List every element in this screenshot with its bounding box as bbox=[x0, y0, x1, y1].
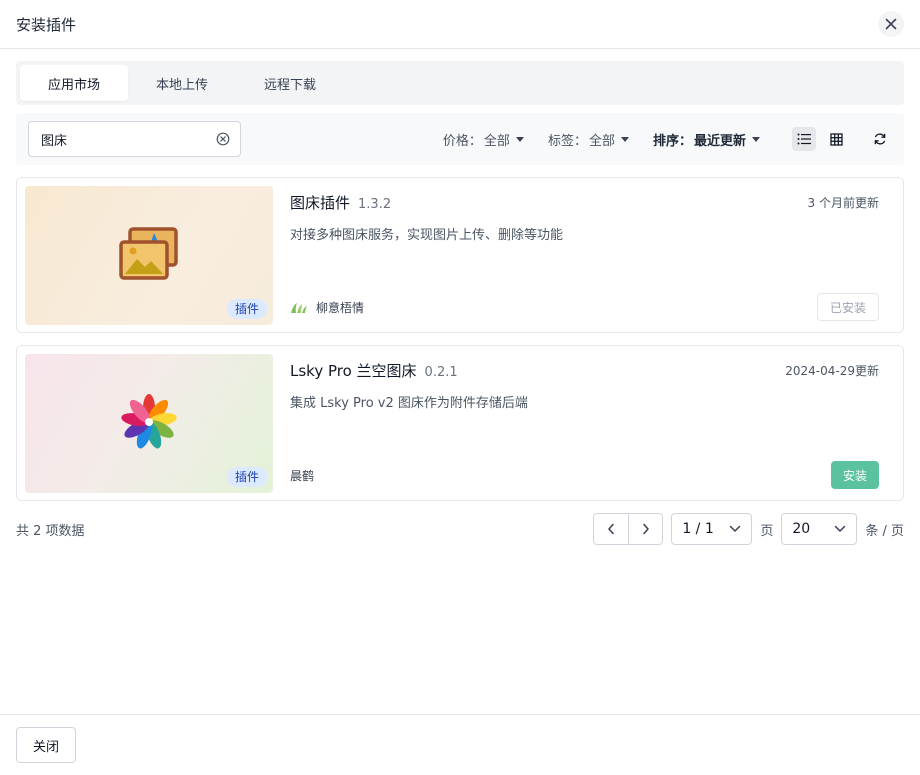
plugin-version: 1.3.2 bbox=[358, 197, 392, 212]
plugin-name: Lsky Pro 兰空图床 0.2.1 bbox=[290, 360, 458, 381]
plugin-thumbnail: 插件 bbox=[25, 186, 273, 325]
refresh-icon[interactable] bbox=[868, 127, 892, 151]
tag-filter[interactable]: 标签： 全部 bbox=[548, 130, 629, 149]
updated-time: 2024-04-29更新 bbox=[785, 364, 879, 378]
pinwheel-icon bbox=[121, 393, 177, 454]
type-badge: 插件 bbox=[226, 467, 267, 487]
prev-page-button[interactable] bbox=[594, 514, 629, 544]
chevron-down-icon bbox=[730, 525, 741, 532]
total-count: 共 2 项数据 bbox=[16, 523, 85, 539]
modal-header: 安装插件 bbox=[0, 0, 920, 49]
modal-title: 安装插件 bbox=[16, 15, 77, 34]
pager-controls: 1 / 1 页 20 条 / 页 bbox=[593, 513, 904, 545]
plugin-thumbnail: 插件 bbox=[25, 354, 273, 493]
sort-filter-label: 排序： bbox=[652, 133, 692, 149]
pagination: 共 2 项数据 1 / 1 页 20 条 / 页 bbox=[16, 513, 904, 545]
tag-filter-label: 标签： bbox=[547, 133, 587, 149]
close-button[interactable]: 关闭 bbox=[16, 727, 77, 763]
page-select-value: 1 / 1 bbox=[682, 521, 714, 537]
updated-time: 3 个月前更新 bbox=[807, 196, 879, 210]
author-name: 晨鹤 bbox=[290, 469, 315, 483]
tag-filter-value: 全部 bbox=[588, 133, 615, 149]
plugin-description: 集成 Lsky Pro v2 图床作为附件存储后端 bbox=[290, 396, 528, 411]
list-view-icon[interactable] bbox=[792, 127, 816, 151]
chevron-down-icon bbox=[835, 525, 846, 532]
plugin-name: 图床插件 1.3.2 bbox=[290, 192, 391, 213]
page-size-value: 20 bbox=[792, 521, 811, 537]
close-icon[interactable] bbox=[878, 11, 904, 37]
clear-circle-icon[interactable] bbox=[216, 132, 230, 146]
tab-remote-download[interactable]: 远程下载 bbox=[236, 65, 344, 101]
plugin-name-text: Lsky Pro 兰空图床 bbox=[290, 362, 417, 380]
page-size-select[interactable]: 20 bbox=[781, 513, 858, 545]
caret-down-icon bbox=[515, 136, 524, 142]
grid-view-icon[interactable] bbox=[824, 127, 848, 151]
filter-toolbar: 价格： 全部 标签： 全部 排序： 最近更新 bbox=[16, 113, 904, 165]
install-plugin-modal: 安装插件 应用市场 本地上传 远程下载 价格： 全部 标签： 全部 bbox=[0, 0, 920, 775]
author-avatar bbox=[290, 301, 308, 315]
page-size-unit: 条 / 页 bbox=[865, 523, 904, 539]
plugin-author: 柳意梧情 bbox=[290, 299, 364, 316]
tab-local-upload[interactable]: 本地上传 bbox=[128, 65, 236, 101]
next-page-button[interactable] bbox=[628, 514, 663, 544]
caret-down-icon bbox=[752, 136, 760, 142]
caret-down-icon bbox=[620, 136, 629, 142]
price-filter-label: 价格： bbox=[442, 133, 482, 149]
modal-footer: 关闭 bbox=[0, 714, 920, 775]
plugin-card[interactable]: 插件 图床插件 1.3.2 3 个月前更新 对接多种图床服务，实现图片上传、删除等… bbox=[16, 177, 904, 333]
source-tabs: 应用市场 本地上传 远程下载 bbox=[16, 61, 904, 105]
page-select[interactable]: 1 / 1 bbox=[671, 513, 753, 545]
sort-filter-value: 最近更新 bbox=[693, 133, 746, 149]
plugin-description: 对接多种图床服务，实现图片上传、删除等功能 bbox=[290, 228, 564, 243]
install-button[interactable]: 安装 bbox=[830, 461, 879, 489]
plugin-card[interactable]: 插件 Lsky Pro 兰空图床 0.2.1 2024-04-29更新 集成 Ls… bbox=[16, 345, 904, 501]
type-badge: 插件 bbox=[226, 299, 267, 319]
search-box bbox=[28, 121, 241, 157]
tab-app-market[interactable]: 应用市场 bbox=[20, 65, 129, 101]
image-gallery-icon bbox=[118, 226, 180, 285]
plugin-version: 0.2.1 bbox=[424, 365, 458, 380]
page-unit: 页 bbox=[760, 523, 774, 539]
price-filter[interactable]: 价格： 全部 bbox=[443, 130, 524, 149]
page-nav bbox=[593, 513, 664, 545]
sort-filter[interactable]: 排序： 最近更新 bbox=[653, 130, 760, 149]
filters: 价格： 全部 标签： 全部 排序： 最近更新 bbox=[443, 127, 892, 151]
price-filter-value: 全部 bbox=[483, 133, 510, 149]
installed-button[interactable]: 已安装 bbox=[816, 293, 879, 321]
author-name: 柳意梧情 bbox=[316, 301, 365, 315]
plugin-author: 晨鹤 bbox=[290, 467, 314, 484]
search-input[interactable] bbox=[41, 131, 201, 147]
plugin-name-text: 图床插件 bbox=[290, 194, 351, 212]
